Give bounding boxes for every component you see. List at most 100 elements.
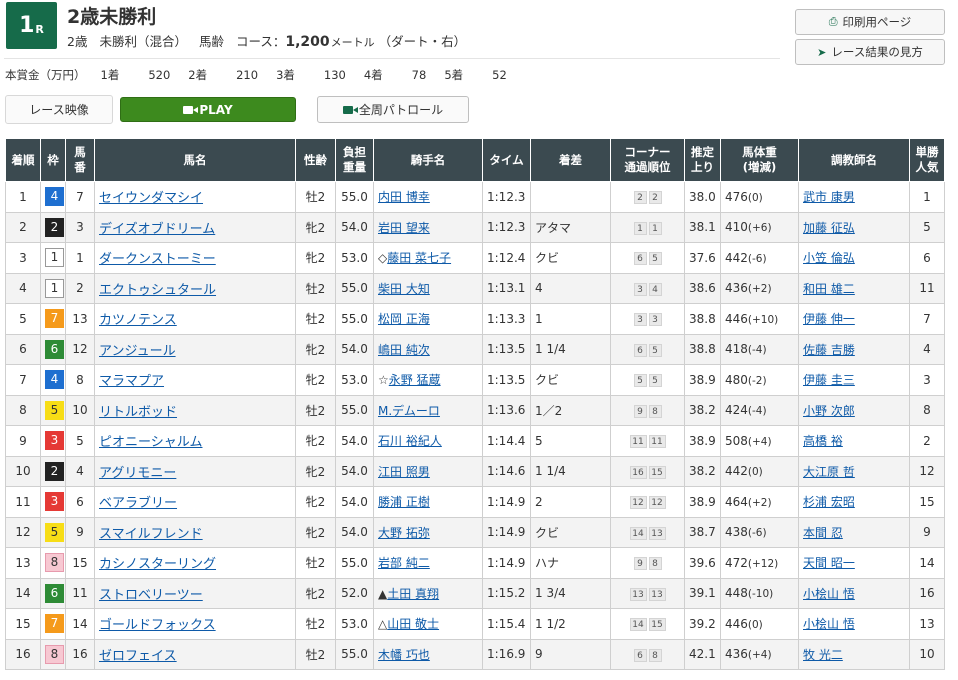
horse-name-link[interactable]: ベアラブリー — [99, 496, 177, 511]
horse-name-link[interactable]: ピオニーシャルム — [99, 435, 202, 450]
body-weight-cell: 476(0) — [720, 181, 799, 213]
trainer-link[interactable]: 小桧山 悟 — [803, 617, 855, 631]
jockey-link[interactable]: 大野 拓弥 — [378, 526, 430, 540]
jockey-link[interactable]: M.デムーロ — [378, 404, 440, 418]
corner-position: 12 — [648, 496, 666, 510]
trainer-cell: 伊藤 伸一 — [798, 303, 910, 335]
horse-name-link[interactable]: リトルボッド — [99, 405, 177, 420]
column-header-weight: 負担 重量 — [335, 138, 374, 182]
column-header-pop: 単勝 人気 — [909, 138, 945, 182]
jockey-link[interactable]: 岩田 望来 — [378, 221, 430, 235]
jockey-link[interactable]: 木幡 巧也 — [378, 648, 430, 662]
patrol-video-button[interactable]: 全周パトロール — [317, 96, 469, 123]
race-class: 未勝利（混合） — [99, 34, 187, 49]
header-divider — [4, 58, 780, 59]
last-3f-cell: 42.1 — [684, 638, 721, 670]
rank-cell: 11 — [5, 486, 41, 518]
play-button[interactable]: PLAY — [120, 97, 296, 122]
rank-cell: 9 — [5, 425, 41, 457]
table-row: 15 7 14 ゴールドフォックス 牡2 53.0 △山田 敬士 1:15.4 1 1/2 14 1… — [5, 608, 945, 640]
corner-position: 3 — [633, 313, 647, 327]
jockey-link[interactable]: 松岡 正海 — [378, 312, 430, 326]
horse-number-cell: 6 — [65, 486, 95, 518]
horse-name-link[interactable]: セイウンダマシイ — [99, 191, 203, 206]
corner-position: 3 — [633, 282, 647, 296]
trainer-link[interactable]: 佐藤 吉勝 — [803, 343, 855, 357]
waku-cell: 3 — [40, 425, 66, 457]
body-weight-diff: (+10) — [747, 313, 779, 326]
print-page-button[interactable]: ⎙ 印刷用ページ — [795, 9, 945, 35]
jockey-link[interactable]: 勝浦 正樹 — [378, 495, 430, 509]
jockey-mark: △ — [378, 617, 388, 632]
horse-name-link[interactable]: アンジュール — [99, 344, 176, 359]
trainer-link[interactable]: 伊藤 伸一 — [803, 312, 855, 326]
horse-name-link[interactable]: ゼロフェイス — [99, 649, 177, 664]
waku-cell: 4 — [40, 181, 66, 213]
jockey-link[interactable]: 藤田 菜七子 — [387, 251, 451, 265]
corner-cell: 55 — [610, 364, 685, 396]
popularity-cell: 6 — [909, 242, 945, 274]
body-weight: 446 — [725, 311, 748, 326]
horse-name-link[interactable]: カツノテンス — [99, 313, 177, 328]
horse-name-link[interactable]: エクトゥシュタール — [99, 283, 216, 298]
rank-cell: 3 — [5, 242, 41, 274]
horse-name-link[interactable]: カシノスターリング — [99, 557, 216, 572]
jockey-link[interactable]: 土田 真翔 — [387, 587, 439, 601]
weight-cell: 53.0 — [335, 242, 374, 274]
horse-name-link[interactable]: ストロベリーツー — [99, 588, 203, 603]
horse-name-link[interactable]: スマイルフレンド — [99, 527, 203, 542]
jockey-link[interactable]: 永野 猛蔵 — [389, 373, 441, 387]
jockey-cell: ◇藤田 菜七子 — [373, 242, 483, 274]
race-info: 2歳 未勝利（混合） 馬齢 コース：1,200メートル （ダート・右） — [67, 31, 466, 50]
trainer-link[interactable]: 牧 光二 — [803, 648, 843, 662]
trainer-link[interactable]: 小笠 倫弘 — [803, 251, 855, 265]
jockey-link[interactable]: 嶋田 純次 — [378, 343, 430, 357]
horse-name-link[interactable]: アグリモニー — [99, 466, 176, 481]
trainer-link[interactable]: 伊藤 圭三 — [803, 373, 855, 387]
horse-name-cell: リトルボッド — [94, 394, 296, 426]
prize-value-3: 130 — [323, 68, 346, 82]
trainer-link[interactable]: 大江原 哲 — [803, 465, 855, 479]
trainer-link[interactable]: 天間 昭一 — [803, 556, 855, 570]
horse-name-link[interactable]: デイズオブドリーム — [99, 222, 215, 237]
jockey-link[interactable]: 石川 裕紀人 — [378, 434, 442, 448]
weight-cell: 55.0 — [335, 638, 374, 670]
weight-cell: 54.0 — [335, 211, 374, 243]
trainer-link[interactable]: 武市 康男 — [803, 190, 855, 204]
sex-age-cell: 牡2 — [295, 638, 336, 670]
weight-cell: 55.0 — [335, 394, 374, 426]
print-page-label: 印刷用ページ — [842, 15, 912, 29]
trainer-link[interactable]: 加藤 征弘 — [803, 221, 855, 235]
sex-age-cell: 牡2 — [295, 272, 336, 304]
jockey-cell: 江田 照男 — [373, 455, 483, 487]
waku-badge: 5 — [45, 522, 64, 542]
trainer-link[interactable]: 本間 忍 — [803, 526, 843, 540]
body-weight-diff: (0) — [747, 618, 763, 631]
waku-cell: 8 — [40, 638, 66, 670]
trainer-cell: 佐藤 吉勝 — [798, 333, 910, 365]
jockey-link[interactable]: 山田 敬士 — [387, 617, 439, 631]
results-guide-button[interactable]: ➤ レース結果の見方 — [795, 39, 945, 65]
horse-name-link[interactable]: マラマプア — [99, 374, 164, 389]
trainer-link[interactable]: 高橋 裕 — [803, 434, 843, 448]
trainer-link[interactable]: 和田 雄二 — [803, 282, 855, 296]
margin-cell: 5 — [530, 425, 611, 457]
jockey-link[interactable]: 柴田 大知 — [378, 282, 430, 296]
jockey-link[interactable]: 江田 照男 — [378, 465, 430, 479]
prize-value-2: 210 — [236, 68, 259, 82]
trainer-link[interactable]: 杉浦 宏昭 — [803, 495, 855, 509]
corner-position: 11 — [648, 435, 666, 449]
prize-place-4: 4着 — [363, 68, 383, 82]
course-label: コース： — [235, 34, 286, 49]
time-cell: 1:12.3 — [482, 181, 531, 213]
trainer-link[interactable]: 小野 次郎 — [803, 404, 855, 418]
horse-name-link[interactable]: ゴールドフォックス — [99, 618, 216, 633]
body-weight: 438 — [725, 525, 748, 540]
horse-name-link[interactable]: ダークンストーミー — [99, 252, 216, 267]
table-row: 9 3 5 ピオニーシャルム 牝2 54.0 石川 裕紀人 1:14.4 5 11 11 38.9 50… — [5, 425, 945, 457]
jockey-link[interactable]: 岩部 純二 — [378, 556, 430, 570]
jockey-link[interactable]: 内田 博幸 — [378, 190, 430, 204]
rank-cell: 2 — [5, 211, 41, 243]
trainer-link[interactable]: 小桧山 悟 — [803, 587, 855, 601]
waku-badge: 6 — [45, 339, 64, 359]
